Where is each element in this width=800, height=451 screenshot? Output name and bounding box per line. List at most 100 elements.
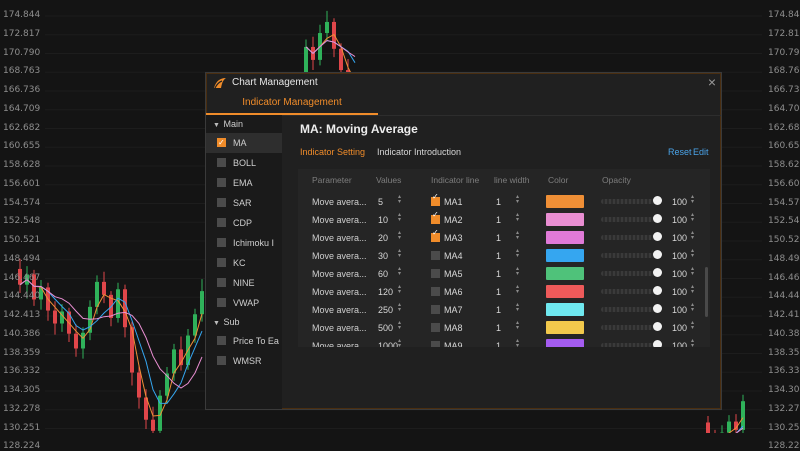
reset-link[interactable]: Reset [668,147,692,157]
period-input[interactable]: 250 [378,305,393,315]
opacity-slider[interactable] [601,235,655,240]
checkbox[interactable] [217,298,226,307]
stepper-icon[interactable]: ▴▾ [691,303,694,313]
checkbox[interactable] [217,218,226,227]
stepper-icon[interactable]: ▴▾ [516,267,519,277]
slider-handle[interactable] [653,214,662,223]
checkbox[interactable] [431,215,440,224]
stepper-icon[interactable]: ▴▾ [398,303,401,313]
line-toggle[interactable]: MA8 [431,323,463,333]
stepper-icon[interactable]: ▴▾ [516,231,519,241]
period-input[interactable]: 5 [378,197,383,207]
line-width-input[interactable]: 1 [496,197,501,207]
sidebar-item-ema[interactable]: EMA [206,173,282,193]
tab-indicator-setting[interactable]: Indicator Setting [300,147,365,157]
stepper-icon[interactable]: ▴▾ [516,339,519,347]
opacity-input[interactable]: 100 [672,287,687,297]
slider-handle[interactable] [653,250,662,259]
period-input[interactable]: 30 [378,251,388,261]
stepper-icon[interactable]: ▴▾ [398,213,401,223]
opacity-slider[interactable] [601,217,655,222]
line-toggle[interactable]: MA9 [431,341,463,347]
sidebar-item-wmsr[interactable]: WMSR [206,351,282,371]
sidebar-section-main[interactable]: ▼ Main [206,115,282,133]
line-toggle[interactable]: MA2 [431,215,463,225]
stepper-icon[interactable]: ▴▾ [516,249,519,259]
line-width-input[interactable]: 1 [496,305,501,315]
opacity-slider[interactable] [601,307,655,312]
slider-handle[interactable] [653,322,662,331]
checkbox[interactable] [431,341,440,347]
opacity-input[interactable]: 100 [672,251,687,261]
period-input[interactable]: 500 [378,323,393,333]
sidebar-item-boll[interactable]: BOLL [206,153,282,173]
sidebar-item-sar[interactable]: SAR [206,193,282,213]
checkbox[interactable] [217,258,226,267]
checkbox[interactable] [217,238,226,247]
opacity-input[interactable]: 100 [672,197,687,207]
checkbox[interactable] [431,269,440,278]
opacity-input[interactable]: 100 [672,233,687,243]
period-input[interactable]: 1000 [378,341,398,347]
period-input[interactable]: 20 [378,233,388,243]
line-width-input[interactable]: 1 [496,323,501,333]
line-toggle[interactable]: MA3 [431,233,463,243]
opacity-input[interactable]: 100 [672,323,687,333]
opacity-input[interactable]: 100 [672,341,687,347]
stepper-icon[interactable]: ▴▾ [516,195,519,205]
color-swatch[interactable] [546,321,584,334]
stepper-icon[interactable]: ▴▾ [398,285,401,295]
checkbox[interactable] [217,198,226,207]
period-input[interactable]: 10 [378,215,388,225]
stepper-icon[interactable]: ▴▾ [398,249,401,259]
line-width-input[interactable]: 1 [496,341,501,347]
opacity-input[interactable]: 100 [672,305,687,315]
slider-handle[interactable] [653,268,662,277]
sidebar-item-price-to-ea[interactable]: Price To Ea [206,331,282,351]
color-swatch[interactable] [546,339,584,347]
tab-indicator-introduction[interactable]: Indicator Introduction [377,147,461,157]
line-width-input[interactable]: 1 [496,287,501,297]
opacity-slider[interactable] [601,343,655,347]
checkbox[interactable] [431,251,440,260]
checkbox[interactable] [431,323,440,332]
period-input[interactable]: 60 [378,269,388,279]
checkbox[interactable] [217,356,226,365]
opacity-input[interactable]: 100 [672,269,687,279]
line-width-input[interactable]: 1 [496,251,501,261]
stepper-icon[interactable]: ▴▾ [398,321,401,331]
line-toggle[interactable]: MA4 [431,251,463,261]
close-icon[interactable]: × [708,74,716,90]
checkbox[interactable] [217,178,226,187]
sidebar-item-nine[interactable]: NINE [206,273,282,293]
color-swatch[interactable] [546,249,584,262]
checkbox[interactable] [217,158,226,167]
slider-handle[interactable] [653,340,662,347]
stepper-icon[interactable]: ▴▾ [691,339,694,347]
line-width-input[interactable]: 1 [496,215,501,225]
line-toggle[interactable]: MA5 [431,269,463,279]
checkbox[interactable] [217,336,226,345]
opacity-slider[interactable] [601,325,655,330]
dialog-titlebar[interactable]: Chart Management × [206,73,721,93]
stepper-icon[interactable]: ▴▾ [398,339,401,347]
slider-handle[interactable] [653,304,662,313]
sidebar-item-vwap[interactable]: VWAP [206,293,282,313]
slider-handle[interactable] [653,286,662,295]
checkbox[interactable] [431,197,440,206]
opacity-slider[interactable] [601,253,655,258]
checkbox[interactable] [431,287,440,296]
color-swatch[interactable] [546,231,584,244]
color-swatch[interactable] [546,213,584,226]
stepper-icon[interactable]: ▴▾ [691,195,694,205]
stepper-icon[interactable]: ▴▾ [516,321,519,331]
tab-indicator-management[interactable]: Indicator Management [206,93,378,115]
color-swatch[interactable] [546,195,584,208]
slider-handle[interactable] [653,196,662,205]
stepper-icon[interactable]: ▴▾ [516,303,519,313]
line-toggle[interactable]: MA7 [431,305,463,315]
stepper-icon[interactable]: ▴▾ [691,249,694,259]
stepper-icon[interactable]: ▴▾ [516,285,519,295]
stepper-icon[interactable]: ▴▾ [691,267,694,277]
table-vertical-scrollbar[interactable] [705,267,708,317]
